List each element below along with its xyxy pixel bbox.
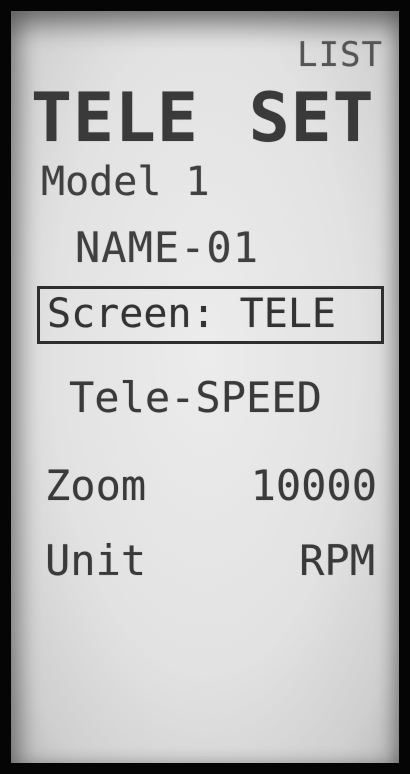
zoom-label: Zoom	[45, 461, 147, 510]
page-title: TELE SET	[31, 79, 375, 158]
list-button[interactable]: LIST	[297, 35, 383, 75]
unit-value[interactable]: RPM	[299, 536, 375, 585]
lcd-screen: LIST TELE SET Model 1 NAME-01 Screen: TE…	[11, 11, 399, 763]
screen-setting-item[interactable]: Screen: TELE	[47, 291, 336, 337]
unit-label: Unit	[45, 536, 147, 585]
device-bezel: LIST TELE SET Model 1 NAME-01 Screen: TE…	[0, 0, 410, 774]
model-label: Model 1	[41, 159, 210, 205]
telemetry-mode-item[interactable]: Tele-SPEED	[69, 373, 322, 422]
zoom-value[interactable]: 10000	[251, 461, 377, 510]
model-name-value[interactable]: NAME-01	[75, 223, 259, 272]
